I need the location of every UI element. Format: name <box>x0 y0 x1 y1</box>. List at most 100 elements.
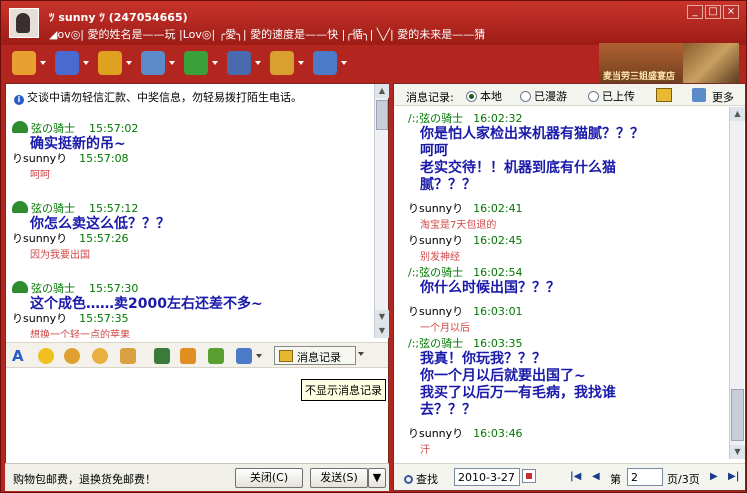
message-log-icon <box>279 350 293 362</box>
dropdown-arrow-icon[interactable] <box>83 61 89 65</box>
search-button[interactable]: 查找 <box>404 471 438 487</box>
dropdown-arrow-icon[interactable] <box>40 61 46 65</box>
history-time: 16:03:35 <box>473 337 523 350</box>
message-sender[interactable]: りsunnyり <box>12 232 67 245</box>
history-scroll-down[interactable]: ▼ <box>730 445 745 459</box>
scroll-thumb[interactable] <box>376 100 388 130</box>
radio-local[interactable]: 本地 <box>466 88 502 104</box>
game-icon[interactable] <box>267 48 304 78</box>
emoticon-icon[interactable] <box>38 348 54 364</box>
history-time: 16:02:45 <box>473 234 523 247</box>
maximize-button[interactable]: □ <box>705 5 721 19</box>
dropdown-arrow-icon[interactable] <box>212 61 218 65</box>
page-input[interactable]: 2 <box>627 468 663 486</box>
shake-icon[interactable] <box>120 348 136 364</box>
minimize-button[interactable]: _ <box>687 5 703 19</box>
message-log-button[interactable]: 消息记录 <box>274 346 356 365</box>
message-log-label: 消息记录 <box>297 351 341 364</box>
email-icon[interactable] <box>138 48 175 78</box>
next-page-button[interactable]: ▶ <box>710 471 718 482</box>
info-icon: i <box>14 95 24 105</box>
ad-photo[interactable] <box>683 43 739 83</box>
chat-message: 弦の骑士 15:57:12 你怎么卖这么低？？？ <box>12 200 372 233</box>
gift-icon[interactable] <box>208 348 224 364</box>
title-bar[interactable]: ﾂ sunny ﾂ (247054665) ◢ov◎| 愛的姓名是——玩 |Lo… <box>1 1 746 45</box>
ad-text[interactable]: 购物包邮费，退换货免邮费！ <box>13 471 156 487</box>
screenshot-icon[interactable] <box>236 348 252 364</box>
scroll-bottom-button[interactable]: ▼ <box>375 324 389 338</box>
send-button[interactable]: 发送(S) <box>310 468 368 488</box>
chat-pane: i 交谈中请勿轻信汇款、中奖信息，勿轻易拨打陌生电话。 弦の骑士 15:57:02 确… <box>5 83 389 491</box>
dropdown-arrow-icon[interactable] <box>255 61 261 65</box>
chat-scrollbar[interactable]: ▲ ▼ ▼ <box>374 84 389 338</box>
wink-icon[interactable] <box>92 348 108 364</box>
history-sender[interactable]: りsunnyり <box>408 202 463 215</box>
radio-roaming[interactable]: 已漫游 <box>520 88 567 104</box>
history-message: りsunnyり 16:03:01 一个月以后 <box>408 303 728 334</box>
message-text: 呵呵 <box>30 170 50 181</box>
history-message-header: /:;弦の骑士 16:03:35 <box>408 335 728 351</box>
voice-icon[interactable] <box>52 48 89 78</box>
create-group-icon[interactable] <box>181 48 218 78</box>
history-list: /:;弦の骑士 16:02:32 你是怕人家检出来机器有猫腻？？？ 呵呵 老实交待！！机… <box>394 107 729 459</box>
app-icon-glyph <box>313 51 337 75</box>
first-page-button[interactable]: |◀ <box>570 471 581 482</box>
message-sender[interactable]: りsunnyり <box>12 152 67 165</box>
history-message-header: りsunnyり 16:03:01 <box>408 303 728 319</box>
radio-local-button[interactable] <box>466 91 477 102</box>
history-sender[interactable]: /:;弦の骑士 <box>408 337 463 350</box>
search-icon <box>404 475 413 484</box>
message-sender[interactable]: りsunnyり <box>12 312 67 325</box>
history-text: 你是怕人家检出来机器有猫腻？？？ <box>420 126 644 142</box>
history-sender[interactable]: りsunnyり <box>408 234 463 247</box>
app-icon[interactable] <box>310 48 347 78</box>
history-sender[interactable]: りsunnyり <box>408 305 463 318</box>
remote-assist-icon[interactable] <box>224 48 261 78</box>
message-log-dropdown-icon[interactable] <box>358 352 364 356</box>
date-input[interactable]: 2010-3-27 <box>454 468 520 486</box>
prev-page-button[interactable]: ◀ <box>592 471 600 482</box>
history-scroll-thumb[interactable] <box>731 389 744 441</box>
history-sender[interactable]: /:;弦の骑士 <box>408 112 463 125</box>
message-sender[interactable]: 弦の骑士 <box>31 282 75 295</box>
history-sender[interactable]: /:;弦の骑士 <box>408 266 463 279</box>
history-message: /:;弦の骑士 16:02:32 你是怕人家检出来机器有猫腻？？？ 呵呵 老实交待！！机… <box>408 110 728 194</box>
scroll-up-button[interactable]: ▲ <box>375 84 389 98</box>
dropdown-arrow-icon[interactable] <box>126 61 132 65</box>
message-time: 15:57:35 <box>79 312 129 325</box>
close-button[interactable]: 关闭(C) <box>235 468 303 488</box>
message-sender[interactable]: 弦の骑士 <box>31 202 75 215</box>
close-window-button[interactable]: × <box>723 5 739 19</box>
radio-local-label: 本地 <box>480 90 502 103</box>
last-page-button[interactable]: ▶| <box>728 471 739 482</box>
speaker-icon[interactable] <box>692 88 706 102</box>
dropdown-arrow-icon[interactable] <box>341 61 347 65</box>
screenshot-dropdown-icon[interactable] <box>256 354 262 358</box>
radio-roaming-label: 已漫游 <box>534 90 567 103</box>
dropdown-arrow-icon[interactable] <box>298 61 304 65</box>
radio-uploaded-button[interactable] <box>588 91 599 102</box>
history-sender[interactable]: りsunnyり <box>408 427 463 440</box>
magic-emoticon-icon[interactable] <box>64 348 80 364</box>
history-text: 一个月以后 <box>420 323 470 334</box>
send-options-button[interactable]: ▼ <box>368 468 386 488</box>
video-icon[interactable] <box>9 48 46 78</box>
file-transfer-icon[interactable] <box>95 48 132 78</box>
music-icon[interactable] <box>180 348 196 364</box>
more-link[interactable]: 更多 <box>712 89 734 105</box>
radio-uploaded[interactable]: 已上传 <box>588 88 635 104</box>
font-icon[interactable]: A <box>12 348 28 364</box>
message-time: 15:57:30 <box>89 282 139 295</box>
avatar[interactable] <box>9 8 39 38</box>
history-scrollbar[interactable]: ▲ ▼ <box>729 107 745 459</box>
message-sender[interactable]: 弦の骑士 <box>31 122 75 135</box>
dropdown-arrow-icon[interactable] <box>169 61 175 65</box>
message-text: 想换一个轻一点的苹果 <box>30 330 130 338</box>
calendar-icon[interactable] <box>522 469 536 483</box>
radio-roaming-button[interactable] <box>520 91 531 102</box>
scroll-down-button[interactable]: ▼ <box>375 310 389 324</box>
ad-banner[interactable]: 麦当劳三姐盛宴店 <box>599 43 683 83</box>
image-icon[interactable] <box>154 348 170 364</box>
export-icon[interactable] <box>656 88 672 102</box>
history-scroll-up[interactable]: ▲ <box>730 107 745 121</box>
